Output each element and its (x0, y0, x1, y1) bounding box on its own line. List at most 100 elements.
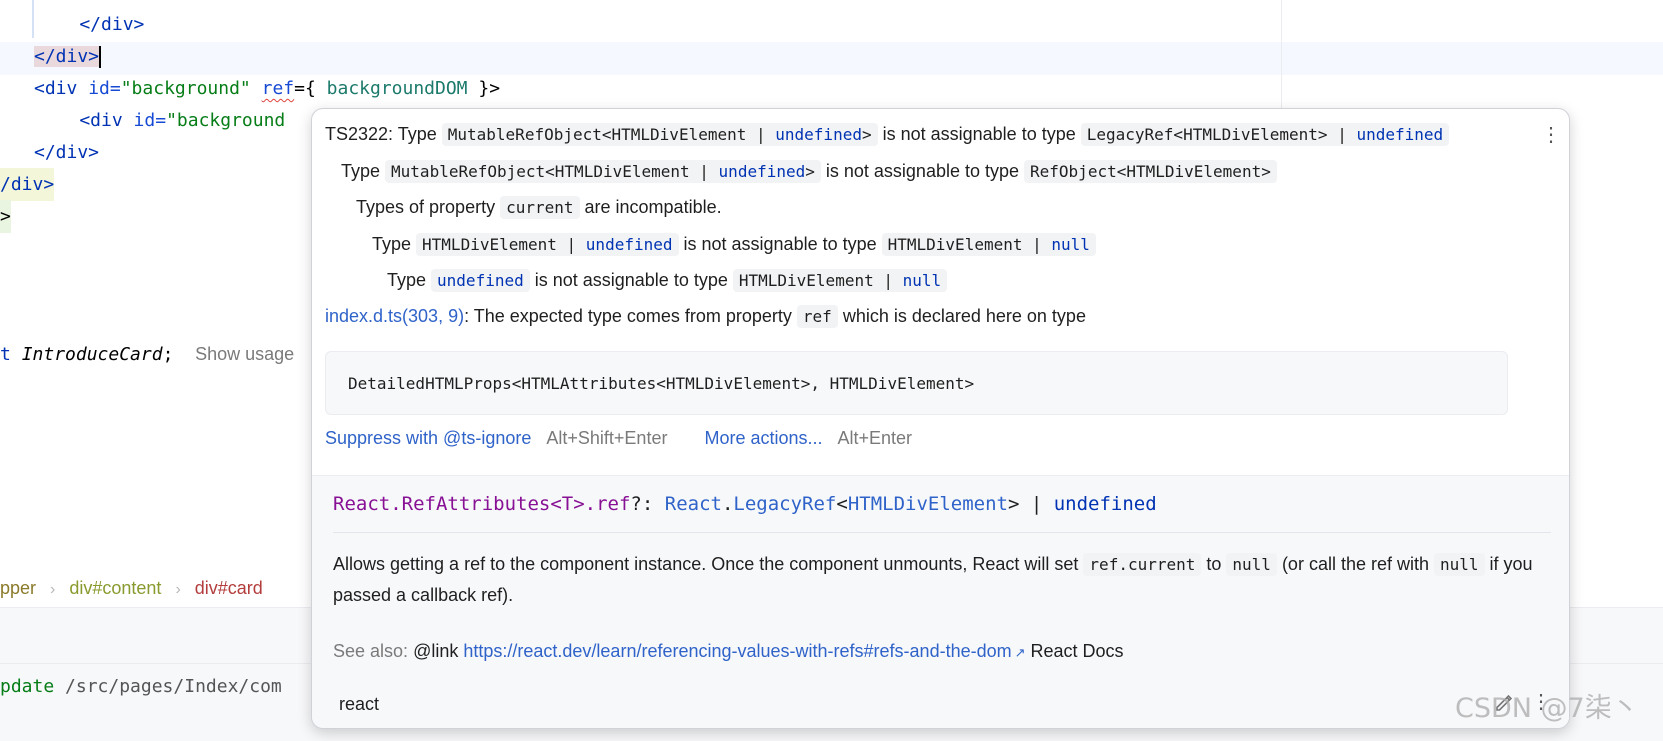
code-line-7[interactable]: > (0, 200, 11, 233)
type-code-block: DetailedHTMLProps<HTMLAttributes<HTMLDiv… (325, 351, 1508, 415)
react-docs-label: React Docs (1025, 641, 1124, 661)
type-code-7: HTMLDivElement | null (732, 269, 948, 292)
error-tooltip-popup[interactable]: ⋮ TS2322: Type MutableRefObject<HTMLDivE… (311, 108, 1570, 729)
type-name: LegacyRef<HTMLDivElement> | (1086, 125, 1357, 144)
keyword-undefined: undefined (585, 235, 673, 254)
keyword-null: null (902, 271, 942, 290)
error-text: which is declared here on type (837, 306, 1086, 326)
more-actions-link[interactable]: More actions... (704, 428, 822, 448)
type-name: HTMLDivElement | (887, 235, 1052, 254)
type-code-5: HTMLDivElement | undefined (416, 233, 679, 256)
jsx-close-paren: > (0, 206, 11, 227)
shortcut-hint: Alt+Enter (837, 428, 913, 448)
div-open-tag: <div (34, 78, 78, 99)
type-declaration: DetailedHTMLProps<HTMLAttributes<HTMLDiv… (348, 374, 975, 393)
type-end: > (805, 162, 815, 181)
error-code: TS2322 (325, 124, 389, 144)
error-line-2: Type MutableRefObject<HTMLDivElement | u… (341, 158, 1277, 185)
breadcrumb-item-wrapper[interactable]: pper (0, 578, 36, 598)
error-text: is not assignable to type (877, 124, 1081, 144)
doc-divider (333, 532, 1551, 533)
id-value-2: "background (166, 110, 286, 131)
type-name: HTMLDivElement | (738, 271, 903, 290)
react-docs-url-link[interactable]: https://react.dev/learn/referencing-valu… (463, 641, 1011, 661)
sig-namespace-link[interactable]: React (665, 493, 722, 515)
documentation-section: React.RefAttributes<T>.ref?: React.Legac… (312, 475, 1569, 728)
text-caret (99, 46, 102, 68)
keyword-undefined: undefined (718, 162, 806, 181)
doc-text: to (1201, 554, 1227, 574)
code-line-4[interactable]: <div id="background (36, 104, 285, 137)
error-line-1: TS2322: Type MutableRefObject<HTMLDivEle… (325, 121, 1450, 148)
show-usages-inlay[interactable]: Show usage (195, 344, 294, 364)
div-open-tag-2: <div (36, 110, 123, 131)
chevron-right-icon: › (50, 581, 56, 598)
error-line-5: Type undefined is not assignable to type… (387, 267, 948, 294)
code-line-3[interactable]: <div id="background" ref={ backgroundDOM… (34, 72, 500, 105)
type-code-2: LegacyRef<HTMLDivElement> | undefined (1080, 123, 1450, 146)
error-line-4: Type HTMLDivElement | undefined is not a… (372, 231, 1096, 258)
csdn-watermark: CSDN @7柒丶 (1455, 693, 1639, 724)
external-link-icon: ↗ (1014, 645, 1026, 660)
indent-guide (32, 0, 34, 38)
ref-attribute-error[interactable]: ref (262, 78, 295, 99)
breadcrumb: pper › div#content › div#card (0, 573, 263, 603)
code-line-6[interactable]: /div> (0, 168, 55, 201)
chevron-right-icon: › (175, 581, 181, 598)
type-code-6: HTMLDivElement | null (881, 233, 1096, 256)
breadcrumb-item-content[interactable]: div#content (69, 578, 161, 598)
id-attribute: id= (77, 78, 121, 99)
keyword-undefined: undefined (1356, 125, 1444, 144)
error-text: is not assignable to type (678, 234, 882, 254)
id-attribute-2: id= (122, 110, 167, 131)
link-tag: @link (408, 641, 464, 661)
introduce-card-identifier: IntroduceCard (21, 344, 163, 365)
type-name: HTMLDivElement | (422, 235, 586, 254)
close-div-tag-matched: </div> (34, 46, 100, 67)
breadcrumb-item-card[interactable]: div#card (195, 578, 263, 598)
sig-type-link[interactable]: LegacyRef (733, 493, 836, 515)
current-line-highlight (0, 42, 1663, 75)
sig-keyword: undefined (1053, 493, 1157, 515)
keyword-undefined: undefined (431, 269, 530, 292)
kebab-menu-icon[interactable]: ⋮ (1541, 121, 1561, 149)
error-text: Types of property (356, 197, 501, 217)
sig-punct: ?: (630, 493, 665, 515)
terminal-command: pdate (0, 676, 55, 697)
sig-punct: > | (1007, 493, 1054, 515)
close-div-tag: </div> (36, 14, 145, 35)
doc-description: Allows getting a ref to the component in… (333, 549, 1553, 611)
error-line-6: index.d.ts(303, 9): The expected type co… (325, 303, 1086, 330)
type-code-4: RefObject<HTMLDivElement> (1024, 160, 1277, 183)
sig-punct: < (836, 493, 848, 515)
code-line-2[interactable]: </div> (34, 40, 102, 73)
type-name: MutableRefObject<HTMLDivElement | (447, 125, 776, 144)
sig-type-link[interactable]: HTMLDivElement (848, 493, 1008, 515)
doc-text: Allows getting a ref to the component in… (333, 554, 1084, 574)
inline-code: null (1434, 553, 1485, 576)
code-line-1[interactable]: </div> (36, 8, 144, 41)
suppress-ts-ignore-link[interactable]: Suppress with @ts-ignore (325, 428, 531, 448)
ref-equals: ={ (294, 78, 327, 99)
inline-code: ref.current (1083, 553, 1202, 576)
property-code: current (500, 196, 580, 219)
type-code-1: MutableRefObject<HTMLDivElement | undefi… (441, 123, 878, 146)
error-text: Type (387, 270, 432, 290)
close-div-tag-3: /div> (0, 174, 55, 195)
error-text: is not assignable to type (529, 270, 733, 290)
signature-line: React.RefAttributes<T>.ref?: React.Legac… (333, 491, 1157, 517)
quick-actions: Suppress with @ts-ignore Alt+Shift+Enter… (325, 425, 912, 451)
code-line-8[interactable]: t IntroduceCard; Show usage (0, 338, 294, 371)
error-text: : The expected type comes from property (464, 306, 797, 326)
doc-text: (or call the ref with (1276, 554, 1434, 574)
property-code: ref (796, 305, 838, 328)
semicolon: ; (162, 344, 174, 365)
code-line-5[interactable]: </div> (34, 136, 99, 169)
error-text: is not assignable to type (820, 161, 1025, 181)
close-div-tag-2: </div> (34, 142, 100, 163)
error-text: Type (341, 161, 386, 181)
error-line-3: Types of property current are incompatib… (356, 194, 722, 221)
background-dom-identifier: backgroundDOM (326, 78, 468, 99)
keyword-null: null (1051, 235, 1090, 254)
declaration-link[interactable]: index.d.ts(303, 9) (325, 306, 464, 326)
